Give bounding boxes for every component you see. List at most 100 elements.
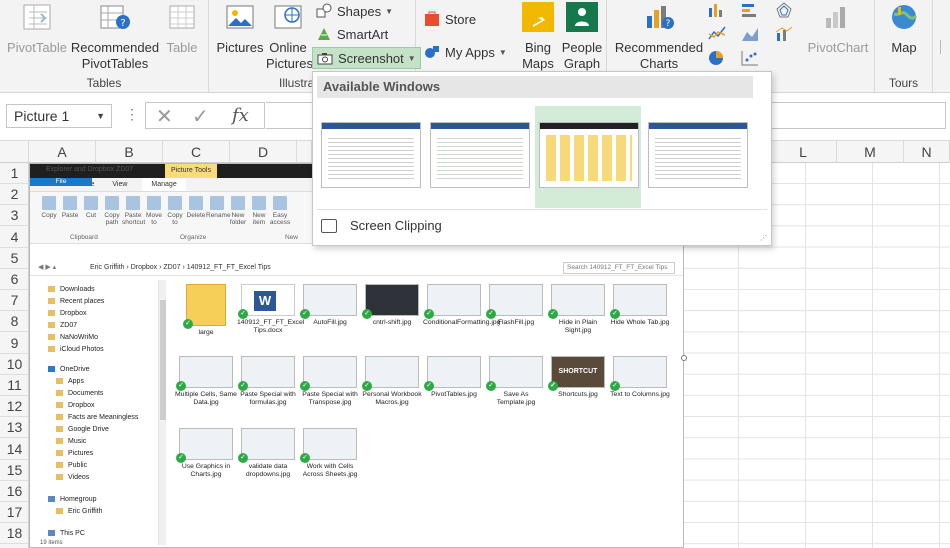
row-header-11[interactable]: 11: [0, 375, 29, 396]
row-header-1[interactable]: 1: [0, 163, 29, 184]
file-name: validate data dropdowns.jpg: [245, 463, 291, 478]
row-header-3[interactable]: 3: [0, 205, 29, 227]
map-button[interactable]: Map: [881, 2, 927, 56]
file-name: Save As Template.jpg: [496, 391, 536, 406]
menu-resize-grip-icon[interactable]: ⋰: [760, 234, 767, 242]
explorer-ribbon-icon: [231, 196, 245, 210]
file-name: Hide in Plain Sight.jpg: [558, 319, 598, 334]
cancel-icon[interactable]: ✕: [156, 104, 173, 129]
available-window-thumbnail[interactable]: [535, 106, 641, 208]
nav-item: ZD07: [48, 320, 77, 332]
tables-group: PivotTable ? Recommended PivotTables Tab…: [0, 0, 209, 93]
row-header-5[interactable]: 5: [0, 248, 29, 269]
row-header-4[interactable]: 4: [0, 227, 29, 248]
sync-check-icon: ✓: [176, 381, 186, 391]
pictures-button[interactable]: Pictures: [214, 2, 266, 56]
explorer-ribbon-icon: [189, 196, 203, 210]
row-header-9[interactable]: 9: [0, 333, 29, 354]
radar-chart-icon[interactable]: [775, 2, 793, 18]
row-header-8[interactable]: 8: [0, 311, 29, 333]
available-window-thumbnail[interactable]: [644, 106, 750, 208]
line-chart-icon[interactable]: [708, 26, 726, 42]
column-header-m[interactable]: M: [837, 141, 904, 163]
row-header-18[interactable]: 18: [0, 523, 29, 545]
people-graph-button[interactable]: People Graph: [559, 2, 605, 72]
column-header-d[interactable]: D: [230, 141, 297, 163]
file-item: ✓ Save As Template.jpg: [485, 356, 547, 407]
sync-check-icon: ✓: [300, 309, 310, 319]
table-icon: [169, 5, 195, 29]
explorer-ribbon-icon: [63, 196, 77, 210]
row-header-16[interactable]: 16: [0, 481, 29, 502]
row-header-14[interactable]: 14: [0, 439, 29, 460]
image-thumbnail: ✓: [424, 356, 481, 391]
row-header-15[interactable]: 15: [0, 460, 29, 481]
column-header-l[interactable]: L: [770, 141, 837, 163]
select-all-corner[interactable]: [0, 141, 29, 163]
row-header-2[interactable]: 2: [0, 184, 29, 206]
recommended-pivottables-button[interactable]: ? Recommended PivotTables: [70, 2, 160, 72]
area-chart-icon[interactable]: [741, 26, 759, 42]
scatter-chart-icon[interactable]: [741, 50, 759, 66]
store-button[interactable]: Store: [424, 8, 476, 30]
bing-maps-button[interactable]: Bing Maps: [519, 2, 557, 72]
screen-clipping-item[interactable]: Screen Clipping: [321, 214, 442, 238]
column-header-b[interactable]: B: [96, 141, 163, 163]
picture-resize-handle[interactable]: [681, 355, 687, 361]
explorer-tab-view: View: [112, 181, 128, 188]
sync-check-icon: ✓: [486, 309, 496, 319]
row-header-12[interactable]: 12: [0, 396, 29, 418]
column-header-n[interactable]: N: [904, 141, 950, 163]
my-apps-button[interactable]: My Apps ▼: [424, 41, 507, 63]
image-thumbnail: ✓: [610, 356, 667, 391]
recommended-charts-icon: ?: [647, 6, 674, 29]
file-item: ✓ FlashFill.jpg: [485, 284, 547, 327]
explorer-address-bar: ◀ ▶ ▴ Eric Griffith › Dropbox › ZD07 › 1…: [30, 260, 683, 276]
name-box[interactable]: Picture 1 ▼: [6, 104, 112, 128]
nav-item: Music: [56, 436, 86, 448]
image-thumbnail: ✓: [300, 356, 357, 391]
explorer-ribbon-icon: [147, 196, 161, 210]
image-thumbnail: ✓: [548, 284, 605, 319]
column-header-e[interactable]: [297, 141, 312, 163]
explorer-ribbon-item: Move to: [143, 196, 165, 226]
column-header-c[interactable]: C: [163, 141, 230, 163]
explorer-ribbon-group-label: Organize: [180, 234, 207, 241]
nav-item: Dropbox: [56, 400, 94, 412]
file-name: Multiple Cells, Same Data.jpg: [175, 391, 237, 406]
pie-chart-icon[interactable]: [708, 50, 726, 66]
pivotchart-button[interactable]: PivotChart: [805, 2, 871, 56]
row-header-13[interactable]: 13: [0, 417, 29, 439]
name-box-dropdown-icon[interactable]: ▼: [96, 105, 105, 127]
column-chart-icon[interactable]: [708, 2, 726, 18]
explorer-ribbon-item: Copy path: [101, 196, 123, 226]
camera-icon: [317, 53, 333, 65]
insert-function-button[interactable]: fx: [232, 105, 249, 126]
available-window-thumbnail[interactable]: [426, 106, 532, 208]
recommended-charts-button[interactable]: ? Recommended Charts: [613, 2, 705, 72]
explorer-title: Explorer and Dropbox ZD07: [46, 166, 134, 173]
smartart-button[interactable]: SmartArt: [316, 23, 388, 45]
explorer-ribbon-icon: [84, 196, 98, 210]
tours-group-label: Tours: [888, 76, 919, 90]
sync-check-icon: ✓: [183, 319, 193, 329]
row-header-6[interactable]: 6: [0, 269, 29, 290]
row-header-10[interactable]: 10: [0, 354, 29, 375]
combo-chart-icon[interactable]: [775, 26, 793, 42]
column-header-a[interactable]: A: [29, 141, 96, 163]
pivottable-button[interactable]: PivotTable: [6, 2, 68, 56]
enter-icon[interactable]: ✓: [192, 104, 209, 129]
shapes-button[interactable]: Shapes ▼: [316, 0, 393, 22]
screenshot-button[interactable]: Screenshot ▼: [312, 47, 421, 69]
table-button[interactable]: Table: [162, 2, 202, 56]
explorer-search-box: Search 140912_FT_FT_Excel Tips: [563, 262, 675, 274]
online-pictures-button[interactable]: Online Pictures: [266, 2, 313, 72]
explorer-ribbon-label: Copy to: [167, 212, 183, 226]
file-name: Text to Columns.jpg: [610, 391, 670, 398]
row-header-7[interactable]: 7: [0, 290, 29, 312]
bar-chart-icon[interactable]: [741, 2, 759, 18]
file-item: ✓ validate data dropdowns.jpg: [237, 428, 299, 479]
row-header-17[interactable]: 17: [0, 502, 29, 524]
nav-item: Google Drive: [56, 424, 109, 436]
available-window-thumbnail[interactable]: [317, 106, 423, 208]
